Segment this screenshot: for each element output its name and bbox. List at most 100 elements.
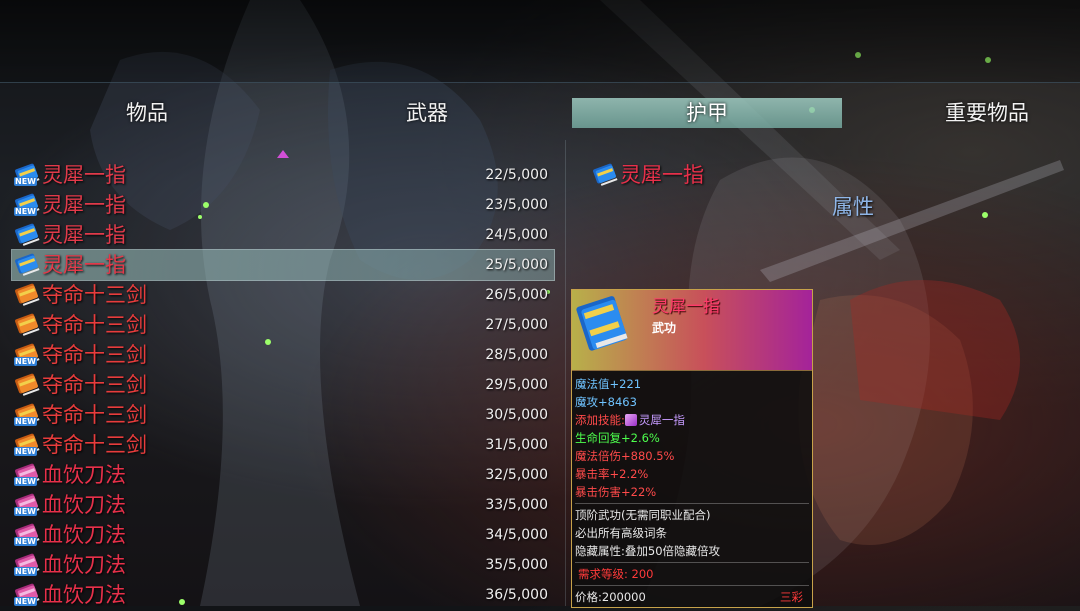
list-item[interactable]: 夺命十三剑 26/5,000 bbox=[12, 280, 554, 310]
stat-line: 暴击伤害+22% bbox=[575, 483, 809, 501]
new-badge: NEW bbox=[14, 207, 37, 216]
skill-name: 灵犀一指 bbox=[638, 413, 685, 427]
item-name: 灵犀一指 bbox=[42, 223, 126, 247]
list-item[interactable]: 夺命十三剑 29/5,000 bbox=[12, 370, 554, 400]
stat-line: 魔法值+221 bbox=[575, 375, 809, 393]
attributes-heading: 属性 bbox=[832, 195, 874, 219]
item-name: 夺命十三剑 bbox=[42, 283, 147, 307]
item-quantity: 31/5,000 bbox=[485, 437, 548, 453]
blue-book-icon bbox=[14, 253, 40, 277]
item-quantity: 33/5,000 bbox=[485, 497, 548, 513]
list-item[interactable]: NEW 灵犀一指 23/5,000 bbox=[12, 190, 554, 220]
item-name: 灵犀一指 bbox=[42, 193, 126, 217]
item-quantity: 26/5,000 bbox=[485, 287, 548, 303]
required-level: 需求等级: 200 bbox=[578, 567, 654, 581]
price-line: 价格:200000 三彩 bbox=[575, 588, 809, 606]
orange-book-icon bbox=[14, 313, 40, 337]
item-quantity: 32/5,000 bbox=[485, 467, 548, 483]
list-item[interactable]: NEW 血饮刀法 35/5,000 bbox=[12, 550, 554, 580]
blue-book-icon bbox=[14, 223, 40, 247]
top-bar bbox=[0, 0, 1080, 83]
tab-key-items[interactable]: 重要物品 bbox=[852, 98, 1080, 128]
orange-book-icon bbox=[14, 283, 40, 307]
new-badge: NEW bbox=[14, 507, 37, 516]
item-name: 血饮刀法 bbox=[42, 523, 126, 547]
selected-item-header: 灵犀一指 bbox=[590, 160, 790, 190]
category-tabs: 物品 武器 护甲 重要物品 bbox=[0, 98, 1080, 130]
tooltip-stats: 魔法值+221 魔攻+8463 添加技能: 灵犀一指生命回复+2.6% 魔法倍伤+880… bbox=[575, 375, 809, 606]
item-name: 夺命十三剑 bbox=[42, 373, 147, 397]
orange-book-icon bbox=[14, 373, 40, 397]
list-item[interactable]: 灵犀一指 24/5,000 bbox=[12, 220, 554, 250]
item-name: 夺命十三剑 bbox=[42, 313, 147, 337]
stat-line: 魔攻+8463 bbox=[575, 393, 809, 411]
list-item[interactable]: NEW 血饮刀法 34/5,000 bbox=[12, 520, 554, 550]
stat-line: 暴击率+2.2% bbox=[575, 465, 809, 483]
item-quantity: 29/5,000 bbox=[485, 377, 548, 393]
item-name: 夺命十三剑 bbox=[42, 433, 147, 457]
divider bbox=[575, 585, 809, 586]
item-name: 夺命十三剑 bbox=[42, 403, 147, 427]
skill-icon bbox=[624, 414, 637, 426]
item-quantity: 23/5,000 bbox=[485, 197, 548, 213]
selected-item-name: 灵犀一指 bbox=[620, 163, 704, 187]
divider bbox=[565, 140, 566, 606]
stat-text: 添加技能: bbox=[575, 413, 625, 427]
tab-items[interactable]: 物品 bbox=[12, 98, 282, 128]
tab-armor[interactable]: 护甲 bbox=[572, 98, 842, 128]
new-badge: NEW bbox=[14, 537, 37, 546]
stat-text: 魔攻+8463 bbox=[575, 395, 637, 409]
item-name: 血饮刀法 bbox=[42, 463, 126, 487]
new-badge: NEW bbox=[14, 357, 37, 366]
list-item[interactable]: NEW 血饮刀法 33/5,000 bbox=[12, 490, 554, 520]
blue-book-icon bbox=[576, 296, 628, 351]
item-name: 血饮刀法 bbox=[42, 553, 126, 577]
item-name: 血饮刀法 bbox=[42, 493, 126, 517]
stat-text: 魔法倍伤+880.5% bbox=[575, 449, 675, 463]
divider bbox=[575, 503, 809, 504]
list-item[interactable]: 灵犀一指 25/5,000 bbox=[11, 249, 555, 281]
item-quantity: 25/5,000 bbox=[485, 257, 548, 273]
divider bbox=[575, 562, 809, 563]
item-quantity: 30/5,000 bbox=[485, 407, 548, 423]
item-list: NEW 灵犀一指 22/5,000 NEW 灵犀一指 23/5,000 灵犀一指 24/5,0… bbox=[11, 160, 555, 610]
stat-line: 生命回复+2.6% bbox=[575, 429, 809, 447]
scroll-indicator-icon bbox=[277, 150, 289, 158]
new-badge: NEW bbox=[14, 447, 37, 456]
new-badge: NEW bbox=[14, 567, 37, 576]
item-tooltip: 灵犀一指 武功 魔法值+221 魔攻+8463 添加技能: 灵犀一指生命回复+2.6%… bbox=[571, 289, 813, 608]
item-name: 灵犀一指 bbox=[42, 163, 126, 187]
tooltip-header: 灵犀一指 武功 bbox=[572, 290, 812, 371]
rarity-label: 三彩 bbox=[780, 590, 803, 604]
list-item[interactable]: NEW 夺命十三剑 30/5,000 bbox=[12, 400, 554, 430]
stat-line: 魔法倍伤+880.5% bbox=[575, 447, 809, 465]
item-name: 夺命十三剑 bbox=[42, 343, 147, 367]
new-badge: NEW bbox=[14, 417, 37, 426]
tab-weapons[interactable]: 武器 bbox=[292, 98, 562, 128]
tooltip-item-type: 武功 bbox=[652, 321, 677, 335]
list-item[interactable]: NEW 夺命十三剑 28/5,000 bbox=[12, 340, 554, 370]
note-line: 顶阶武功(无需同职业配合) bbox=[575, 508, 711, 522]
note-line: 必出所有高级词条 bbox=[575, 526, 667, 540]
list-item[interactable]: NEW 夺命十三剑 31/5,000 bbox=[12, 430, 554, 460]
item-quantity: 35/5,000 bbox=[485, 557, 548, 573]
stat-text: 魔法值+221 bbox=[575, 377, 642, 391]
stat-line: 添加技能: 灵犀一指 bbox=[575, 411, 809, 429]
note-line: 隐藏属性:叠加50倍隐藏倍攻 bbox=[575, 544, 721, 558]
list-item[interactable]: 夺命十三剑 27/5,000 bbox=[12, 310, 554, 340]
blue-book-icon bbox=[592, 163, 618, 187]
price: 价格:200000 bbox=[575, 590, 646, 604]
new-badge: NEW bbox=[14, 477, 37, 486]
item-quantity: 27/5,000 bbox=[485, 317, 548, 333]
list-item[interactable]: NEW 血饮刀法 32/5,000 bbox=[12, 460, 554, 490]
item-quantity: 34/5,000 bbox=[485, 527, 548, 543]
item-quantity: 24/5,000 bbox=[485, 227, 548, 243]
new-badge: NEW bbox=[14, 597, 37, 606]
stat-text: 生命回复+2.6% bbox=[575, 431, 660, 445]
list-item[interactable]: NEW 灵犀一指 22/5,000 bbox=[12, 160, 554, 190]
item-quantity: 22/5,000 bbox=[485, 167, 548, 183]
stat-text: 暴击率+2.2% bbox=[575, 467, 649, 481]
new-badge: NEW bbox=[14, 177, 37, 186]
tooltip-item-name: 灵犀一指 bbox=[652, 297, 720, 317]
stat-text: 暴击伤害+22% bbox=[575, 485, 657, 499]
